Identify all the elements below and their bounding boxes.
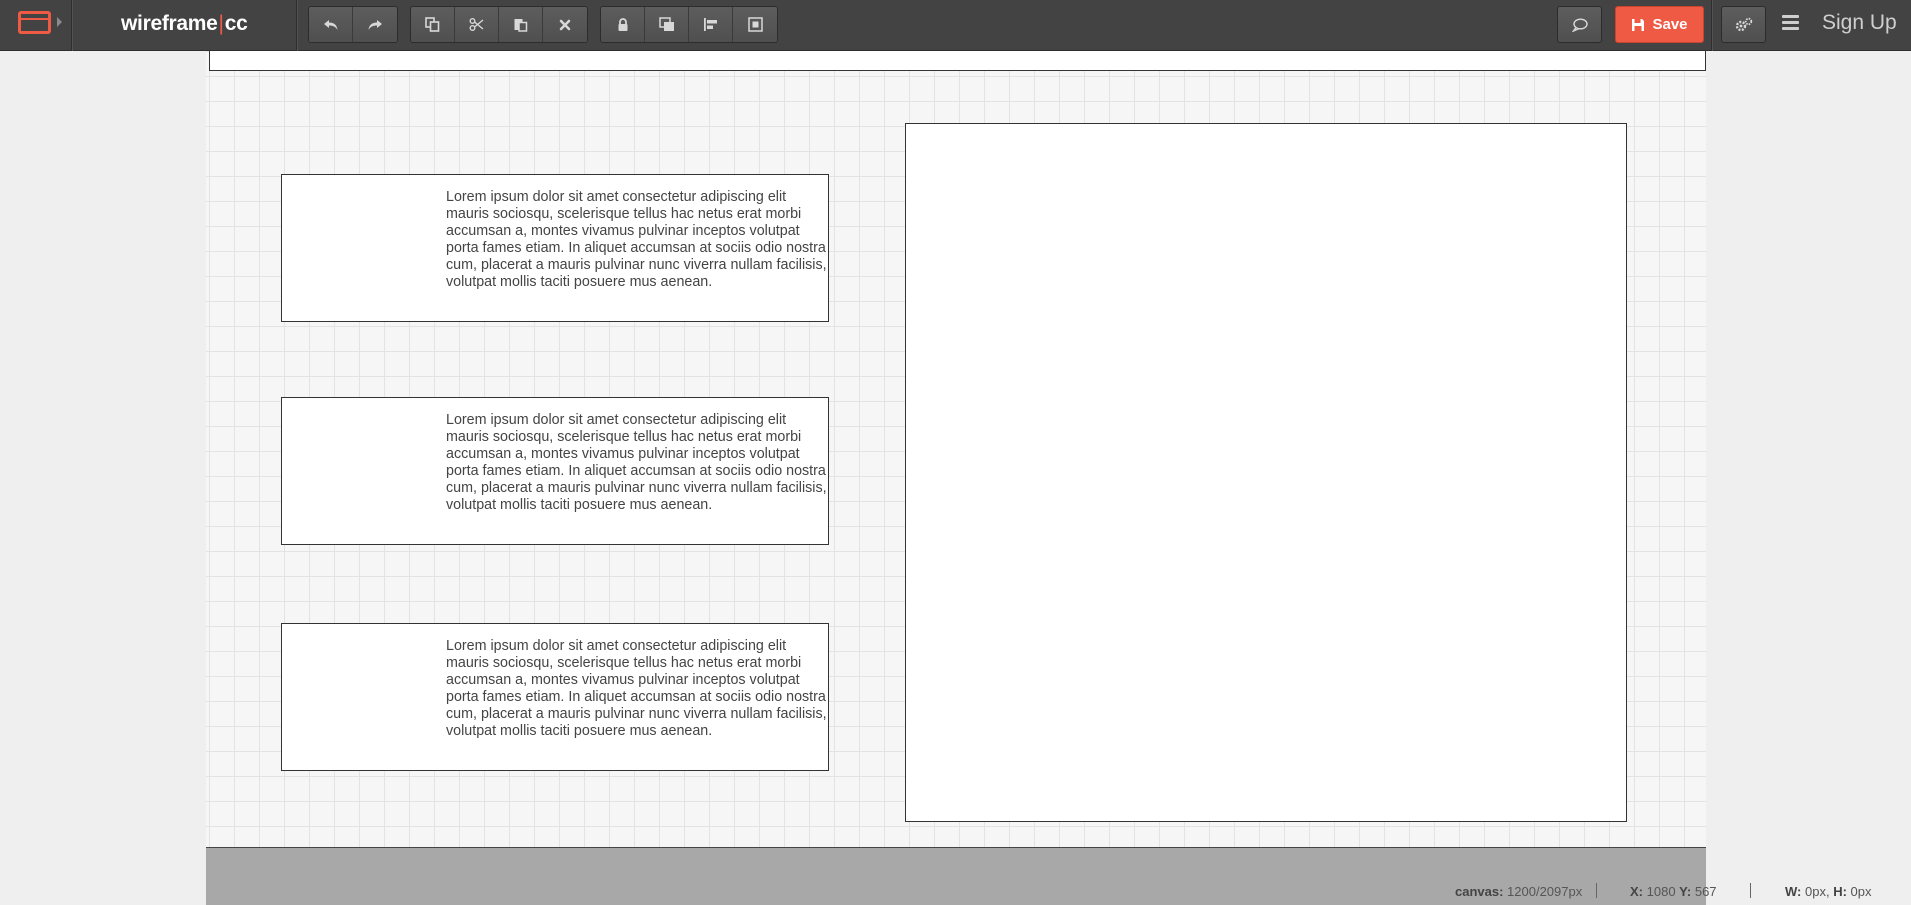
paste-icon bbox=[514, 19, 528, 32]
text-block-content: Lorem ipsum dolor sit amet consectetur a… bbox=[446, 412, 827, 513]
arrange-button-group bbox=[600, 6, 778, 43]
bring-to-front-button[interactable] bbox=[645, 7, 689, 42]
redo-icon bbox=[368, 19, 382, 30]
status-divider bbox=[1596, 883, 1597, 898]
cut-icon bbox=[469, 18, 484, 31]
canvas-size-label: canvas: bbox=[1455, 884, 1504, 899]
h-label: H: bbox=[1833, 884, 1847, 899]
toolbar-divider bbox=[71, 0, 72, 51]
history-button-group bbox=[308, 6, 398, 43]
send-to-back-button[interactable] bbox=[733, 7, 777, 42]
header-placeholder-element[interactable] bbox=[209, 51, 1706, 71]
send-to-back-icon bbox=[747, 17, 763, 32]
delete-button[interactable] bbox=[543, 7, 587, 42]
canvas-size-readout: canvas: 1200/2097px bbox=[1455, 884, 1582, 899]
save-button[interactable]: Save bbox=[1615, 6, 1704, 43]
x-label: X: bbox=[1630, 884, 1643, 899]
status-divider bbox=[1750, 883, 1751, 898]
text-block-element[interactable]: Lorem ipsum dolor sit amet consectetur a… bbox=[281, 623, 829, 771]
top-toolbar: wireframe|cc Save Sign Up bbox=[0, 0, 1911, 51]
comment-button[interactable] bbox=[1557, 6, 1602, 43]
bring-to-front-icon bbox=[658, 17, 674, 31]
toolbar-divider bbox=[296, 0, 297, 51]
text-block-element[interactable]: Lorem ipsum dolor sit amet consectetur a… bbox=[281, 174, 829, 322]
x-value: 1080 bbox=[1646, 884, 1676, 899]
sign-up-link[interactable]: Sign Up bbox=[1822, 11, 1897, 35]
y-label: Y: bbox=[1679, 884, 1692, 899]
selection-size-readout: W: 0px, H: 0px bbox=[1785, 884, 1872, 899]
cut-button[interactable] bbox=[455, 7, 499, 42]
logo-separator: | bbox=[218, 12, 224, 35]
text-block-content: Lorem ipsum dolor sit amet consectetur a… bbox=[446, 638, 827, 739]
cursor-position-readout: X: 1080 Y: 567 bbox=[1630, 884, 1717, 899]
text-block-element[interactable]: Lorem ipsum dolor sit amet consectetur a… bbox=[281, 397, 829, 545]
w-label: W: bbox=[1785, 884, 1802, 899]
text-block-content: Lorem ipsum dolor sit amet consectetur a… bbox=[446, 189, 827, 290]
toolbar-divider bbox=[1711, 0, 1712, 51]
comment-icon bbox=[1571, 17, 1588, 32]
logo-text-cc: cc bbox=[224, 12, 248, 35]
floppy-disk-icon bbox=[1632, 18, 1645, 31]
image-placeholder-element[interactable] bbox=[905, 123, 1627, 822]
app-logo: wireframe|cc bbox=[121, 12, 248, 36]
y-value: 567 bbox=[1694, 884, 1717, 899]
edit-button-group bbox=[410, 6, 588, 43]
align-left-icon bbox=[704, 18, 717, 31]
hamburger-menu-icon[interactable] bbox=[1782, 15, 1799, 30]
lock-icon bbox=[618, 17, 627, 31]
caret-right-icon[interactable] bbox=[57, 17, 62, 27]
paste-button[interactable] bbox=[499, 7, 543, 42]
redo-button[interactable] bbox=[353, 7, 397, 42]
settings-button[interactable] bbox=[1721, 6, 1766, 43]
undo-icon bbox=[323, 19, 337, 30]
undo-button[interactable] bbox=[309, 7, 353, 42]
copy-button[interactable] bbox=[411, 7, 455, 42]
logo-text-wireframe: wireframe bbox=[121, 12, 218, 35]
canvas-size-value: 1200/2097px bbox=[1507, 884, 1583, 899]
delete-icon bbox=[559, 19, 571, 30]
browser-window-icon[interactable] bbox=[18, 11, 51, 34]
save-button-label: Save bbox=[1652, 16, 1688, 33]
h-value: 0px bbox=[1850, 884, 1872, 899]
copy-icon bbox=[425, 17, 440, 32]
gears-icon bbox=[1735, 17, 1752, 31]
lock-button[interactable] bbox=[601, 7, 645, 42]
align-left-button[interactable] bbox=[689, 7, 733, 42]
w-value: 0px, bbox=[1805, 884, 1830, 899]
